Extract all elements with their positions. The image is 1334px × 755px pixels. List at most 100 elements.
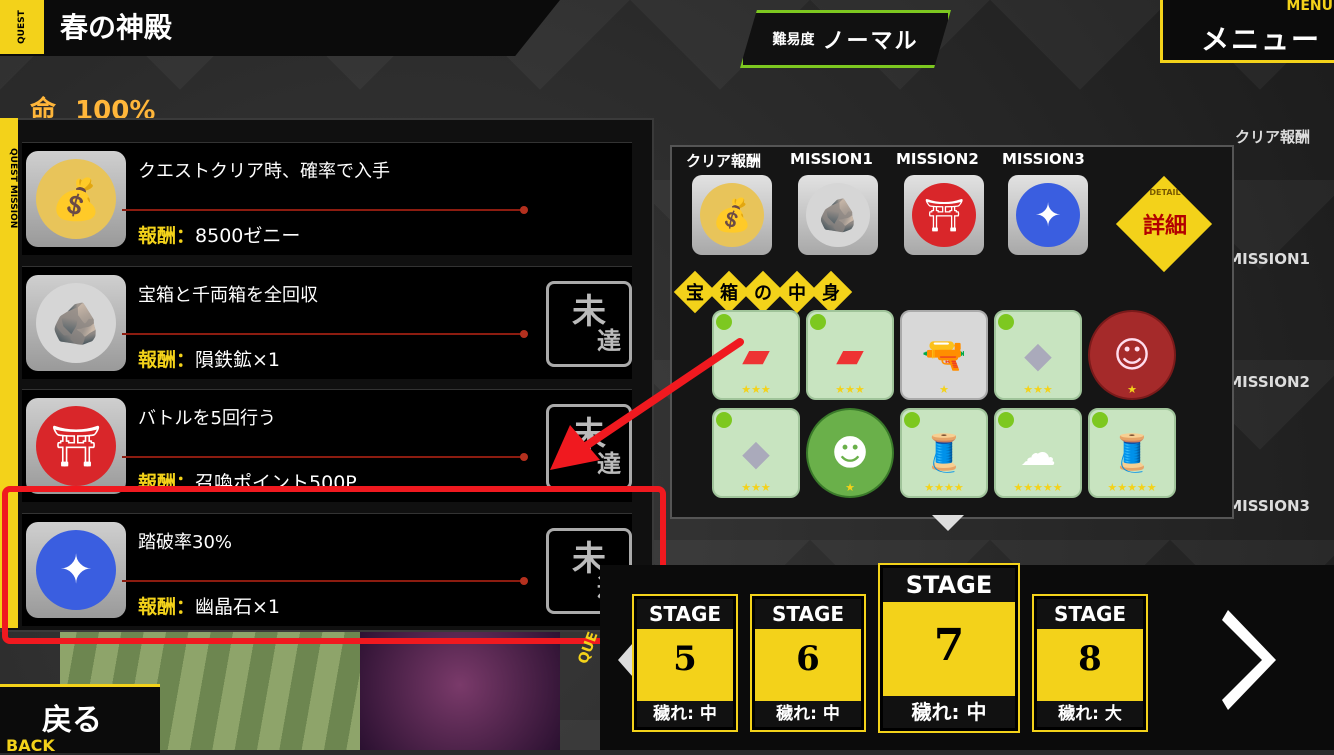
difficulty-value: ノーマル xyxy=(822,29,919,54)
gold-coins-icon: 💰 xyxy=(26,151,126,247)
back-button[interactable]: 戻る BACK xyxy=(0,684,160,755)
reward-item-meteorite[interactable]: 🪨 xyxy=(798,175,878,255)
chest-title-char: 中 xyxy=(788,283,806,304)
chest-title-char: 身 xyxy=(822,283,840,304)
chest-item[interactable]: 🧵 ★★★★ xyxy=(900,408,988,498)
stage-card-5[interactable]: STAGE 5 穢れ: 中 xyxy=(634,596,736,730)
mission-reward: 報酬：隕鉄鉱×1 xyxy=(138,345,280,372)
mission-header-2: MISSION2 xyxy=(1227,373,1310,391)
difficulty-badge[interactable]: 難易度 ノーマル xyxy=(740,10,951,68)
blue-thread-icon: 🧵 xyxy=(921,433,967,474)
item-stars: ★ xyxy=(939,383,949,396)
divider xyxy=(122,453,528,461)
reward-header-mission3: MISSION3 xyxy=(1002,150,1085,168)
mission-header-1: MISSION1 xyxy=(1227,250,1310,268)
menu-button[interactable]: MENU メニュー xyxy=(1160,0,1334,63)
chest-item[interactable]: ◆ ★★★ xyxy=(994,310,1082,400)
reward-label: 報酬： xyxy=(138,225,196,247)
mission-header-clear: クリア報酬 xyxy=(1234,128,1310,146)
character-girl-icon: ☺ xyxy=(1113,334,1151,376)
chest-title-char: の xyxy=(754,283,772,304)
white-fabric-icon: ☁ xyxy=(1020,432,1056,474)
leaf-icon xyxy=(1092,412,1108,428)
chest-title-char: 宝 xyxy=(686,283,704,304)
mission-reward: 報酬：8500ゼニー xyxy=(138,221,300,248)
red-cloth-icon: ▰ xyxy=(836,334,864,376)
crystal-stone-icon: ✦ xyxy=(1016,183,1080,247)
item-stars: ★ xyxy=(1127,383,1137,396)
reward-item-gold-coins[interactable]: 💰 xyxy=(692,175,772,255)
item-stars: ★ xyxy=(845,481,855,494)
leaf-icon xyxy=(716,314,732,330)
item-stars: ★★★ xyxy=(835,383,865,396)
summon-point-icon: ⛩ xyxy=(26,398,126,494)
stage-number: 5 xyxy=(673,639,697,679)
mission-text: バトルを5回行う xyxy=(138,408,276,429)
leaf-icon xyxy=(904,412,920,428)
item-stars: ★★★ xyxy=(1023,383,1053,396)
stage-kegare: 穢れ: 大 xyxy=(1037,701,1143,727)
chest-item[interactable]: ☁ ★★★★★ xyxy=(994,408,1082,498)
stage-kegare: 穢れ: 中 xyxy=(883,696,1015,728)
stage-number: 8 xyxy=(1078,639,1102,679)
page-title: 春の神殿 xyxy=(60,11,173,44)
mission-header-3: MISSION3 xyxy=(1227,497,1310,515)
chest-item[interactable]: ☻ ★ xyxy=(806,408,894,498)
annotation-arrow-icon xyxy=(550,338,744,470)
leaf-icon xyxy=(998,314,1014,330)
gold-thread-icon: 🧵 xyxy=(1109,433,1155,474)
chest-item[interactable]: 🧵 ★★★★★ xyxy=(1088,408,1176,498)
item-stars: ★★★ xyxy=(741,481,771,494)
mission-row-clear[interactable]: 💰 クエストクリア時、確率で入手 報酬：8500ゼニー xyxy=(22,142,632,255)
chest-item[interactable]: 🔫 ★ xyxy=(900,310,988,400)
mission-text: クエストクリア時、確率で入手 xyxy=(138,161,390,182)
reward-item-summon-point[interactable]: ⛩ xyxy=(904,175,984,255)
revolver-icon: 🔫 xyxy=(921,335,967,376)
meteorite-ore-icon: 🪨 xyxy=(26,275,126,371)
stage-label: STAGE xyxy=(637,599,733,629)
meteorite-ore-icon: 🪨 xyxy=(806,183,870,247)
stage-number: 7 xyxy=(933,620,965,671)
chest-contents-title: 宝 箱 の 中 身 xyxy=(673,270,853,314)
mission-text: 宝箱と千両箱を全回収 xyxy=(138,285,318,306)
item-stars: ★★★★ xyxy=(924,481,964,494)
chevron-right-icon[interactable] xyxy=(1222,610,1282,710)
back-en-label: BACK xyxy=(6,736,55,755)
chest-item[interactable]: ☺ ★ xyxy=(1088,310,1176,400)
chest-title-char: 箱 xyxy=(720,283,738,304)
back-jp-label: 戻る xyxy=(42,703,102,738)
reward-item-crystal[interactable]: ✦ xyxy=(1008,175,1088,255)
detail-jp-label: 詳細 xyxy=(1142,214,1187,239)
chest-item[interactable]: ▰ ★★★ xyxy=(806,310,894,400)
divider xyxy=(122,330,528,338)
menu-jp-label: メニュー xyxy=(1201,23,1322,56)
reward-header-mission1: MISSION1 xyxy=(790,150,873,168)
stage-label: STAGE xyxy=(755,599,861,629)
highlight-box xyxy=(2,486,666,644)
green-creature-icon: ☻ xyxy=(831,432,869,474)
stage-card-8[interactable]: STAGE 8 穢れ: 大 xyxy=(1034,596,1146,730)
stamp-top: 未 xyxy=(572,292,606,332)
reward-value: 隕鉄鉱×1 xyxy=(195,349,281,371)
item-stars: ★★★★★ xyxy=(1013,481,1063,494)
leaf-icon xyxy=(998,412,1014,428)
gold-coins-icon: 💰 xyxy=(700,183,764,247)
stage-kegare: 穢れ: 中 xyxy=(637,701,733,727)
reward-label: 報酬： xyxy=(138,349,196,371)
summon-point-icon: ⛩ xyxy=(912,183,976,247)
item-stars: ★★★★★ xyxy=(1107,481,1157,494)
stage-kegare: 穢れ: 中 xyxy=(755,701,861,727)
leaf-icon xyxy=(810,314,826,330)
reward-value: 8500ゼニー xyxy=(195,225,301,247)
detail-button[interactable]: DETAIL 詳細 xyxy=(1115,175,1213,273)
stage-label: STAGE xyxy=(1037,599,1143,629)
stage-card-6[interactable]: STAGE 6 穢れ: 中 xyxy=(752,596,864,730)
stage-number: 6 xyxy=(796,639,820,679)
stage-card-7[interactable]: STAGE 7 穢れ: 中 xyxy=(880,565,1018,731)
silver-crystal-icon: ◆ xyxy=(1024,334,1052,376)
quest-tag: QUEST xyxy=(0,0,44,54)
difficulty-label: 難易度 xyxy=(772,32,815,48)
menu-en-label: MENU xyxy=(1286,0,1333,14)
detail-en-label: DETAIL xyxy=(1149,188,1181,197)
reward-header-clear: クリア報酬 xyxy=(686,152,762,170)
